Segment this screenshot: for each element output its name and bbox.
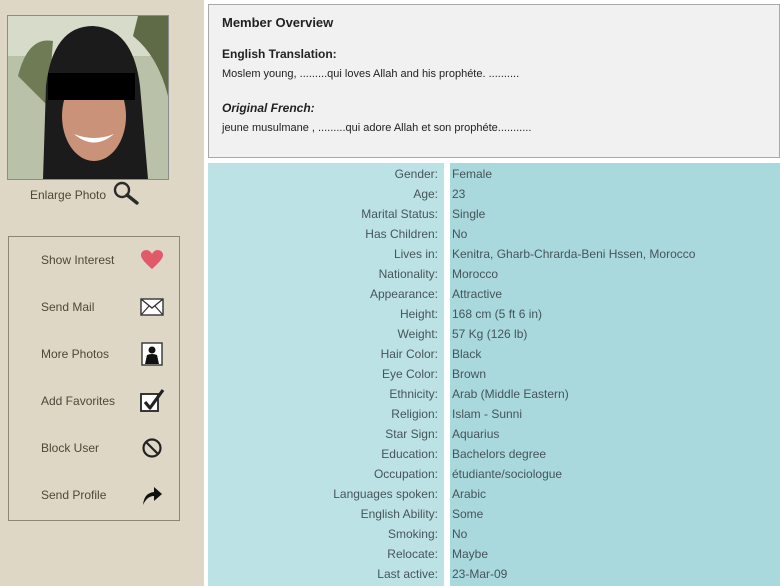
detail-row: Last active: 23-Mar-09 xyxy=(208,565,780,585)
detail-row: Appearance: Attractive xyxy=(208,285,780,305)
detail-value: 57 Kg (126 lb) xyxy=(452,327,528,341)
send-profile-button[interactable]: Send Profile xyxy=(9,477,179,513)
member-overview-panel: Member Overview English Translation: Mos… xyxy=(208,4,780,158)
send-mail-label: Send Mail xyxy=(41,300,95,314)
envelope-icon xyxy=(139,294,165,320)
add-favorites-label: Add Favorites xyxy=(41,394,116,408)
detail-key: Height: xyxy=(399,307,438,321)
send-mail-button[interactable]: Send Mail xyxy=(9,289,179,325)
detail-row: Age: 23 xyxy=(208,185,780,205)
enlarge-photo-link[interactable]: Enlarge Photo xyxy=(30,181,140,210)
detail-row: Gender: Female xyxy=(208,165,780,185)
person-photo-icon xyxy=(139,341,165,367)
sidebar: Enlarge Photo Show Interest Send Mail Mo… xyxy=(0,0,204,586)
detail-value: étudiante/sociologue xyxy=(452,467,563,481)
detail-value: Arabic xyxy=(452,487,487,501)
checkbox-check-icon xyxy=(139,388,165,414)
more-photos-button[interactable]: More Photos xyxy=(9,336,179,372)
detail-row: Height: 168 cm (5 ft 6 in) xyxy=(208,305,780,325)
detail-value: Arab (Middle Eastern) xyxy=(452,387,569,401)
detail-value: 23 xyxy=(452,187,466,201)
detail-value: No xyxy=(452,527,468,541)
english-translation-text: Moslem young, .........qui loves Allah a… xyxy=(222,68,520,80)
english-translation-heading: English Translation: xyxy=(222,47,337,61)
detail-row: Eye Color: Brown xyxy=(208,365,780,385)
detail-key: Eye Color: xyxy=(381,367,438,381)
detail-value: 168 cm (5 ft 6 in) xyxy=(452,307,543,321)
detail-value: Maybe xyxy=(452,547,489,561)
detail-key: Has Children: xyxy=(365,227,438,241)
detail-value: Black xyxy=(452,347,482,361)
detail-row: Hair Color: Black xyxy=(208,345,780,365)
detail-key: Gender: xyxy=(394,167,438,181)
detail-row: Star Sign: Aquarius xyxy=(208,425,780,445)
detail-row: Nationality: Morocco xyxy=(208,265,780,285)
original-french-text: jeune musulmane , .........qui adore All… xyxy=(222,122,532,134)
detail-key: Relocate: xyxy=(387,547,438,561)
detail-row: Smoking: No xyxy=(208,525,780,545)
detail-key: Religion: xyxy=(391,407,438,421)
detail-row: Has Children: No xyxy=(208,225,780,245)
detail-value: Some xyxy=(452,507,484,521)
detail-key: Hair Color: xyxy=(380,347,438,361)
detail-key: Appearance: xyxy=(369,287,438,301)
detail-row: Relocate: Maybe xyxy=(208,545,780,565)
detail-key: Education: xyxy=(381,447,438,461)
detail-value: Aquarius xyxy=(452,427,500,441)
magnifier-icon xyxy=(112,181,140,210)
detail-value: Islam - Sunni xyxy=(452,407,523,421)
show-interest-label: Show Interest xyxy=(41,253,115,267)
detail-key: Smoking: xyxy=(387,527,438,541)
detail-value: Single xyxy=(452,207,486,221)
detail-row: Education: Bachelors degree xyxy=(208,445,780,465)
overview-title: Member Overview xyxy=(222,15,334,30)
action-panel: Show Interest Send Mail More Photos Add … xyxy=(8,236,180,521)
more-photos-label: More Photos xyxy=(41,347,110,361)
profile-details-table: Gender: Female Age: 23 Marital Status: Single… xyxy=(208,163,780,586)
detail-row: Religion: Islam - Sunni xyxy=(208,405,780,425)
block-user-button[interactable]: Block User xyxy=(9,430,179,466)
block-user-label: Block User xyxy=(41,441,100,455)
heart-icon xyxy=(139,247,165,273)
detail-row: Weight: 57 Kg (126 lb) xyxy=(208,325,780,345)
detail-row: Marital Status: Single xyxy=(208,205,780,225)
detail-value: 23-Mar-09 xyxy=(452,567,508,581)
add-favorites-button[interactable]: Add Favorites xyxy=(9,383,179,419)
detail-row: Ethnicity: Arab (Middle Eastern) xyxy=(208,385,780,405)
send-profile-label: Send Profile xyxy=(41,488,107,502)
privacy-bar xyxy=(48,73,135,100)
show-interest-button[interactable]: Show Interest xyxy=(9,242,179,278)
detail-value: Attractive xyxy=(452,287,503,301)
detail-key: Weight: xyxy=(397,327,438,341)
detail-key: Age: xyxy=(413,187,438,201)
detail-key: English Ability: xyxy=(360,507,438,521)
detail-key: Nationality: xyxy=(378,267,438,281)
block-icon xyxy=(139,435,165,461)
detail-row: Lives in: Kenitra, Gharb-Chrarda-Beni Hss… xyxy=(208,245,780,265)
detail-key: Occupation: xyxy=(373,467,438,481)
detail-row: English Ability: Some xyxy=(208,505,780,525)
detail-value: Brown xyxy=(452,367,487,381)
detail-value: Female xyxy=(452,167,493,181)
original-french-heading: Original French: xyxy=(222,101,315,115)
detail-key: Languages spoken: xyxy=(333,487,438,501)
detail-key: Last active: xyxy=(377,567,438,581)
detail-row: Occupation: étudiante/sociologue xyxy=(208,465,780,485)
detail-value: No xyxy=(452,227,468,241)
profile-photo[interactable] xyxy=(7,15,169,180)
detail-key: Star Sign: xyxy=(385,427,438,441)
detail-key: Lives in: xyxy=(393,247,438,261)
detail-key: Ethnicity: xyxy=(389,387,438,401)
forward-arrow-icon xyxy=(139,482,165,508)
detail-row: Languages spoken: Arabic xyxy=(208,485,780,505)
detail-key: Marital Status: xyxy=(361,207,438,221)
detail-value: Kenitra, Gharb-Chrarda-Beni Hssen, Moroc… xyxy=(452,247,696,261)
enlarge-photo-label: Enlarge Photo xyxy=(30,188,107,202)
detail-value: Bachelors degree xyxy=(452,447,547,461)
detail-value: Morocco xyxy=(452,267,499,281)
